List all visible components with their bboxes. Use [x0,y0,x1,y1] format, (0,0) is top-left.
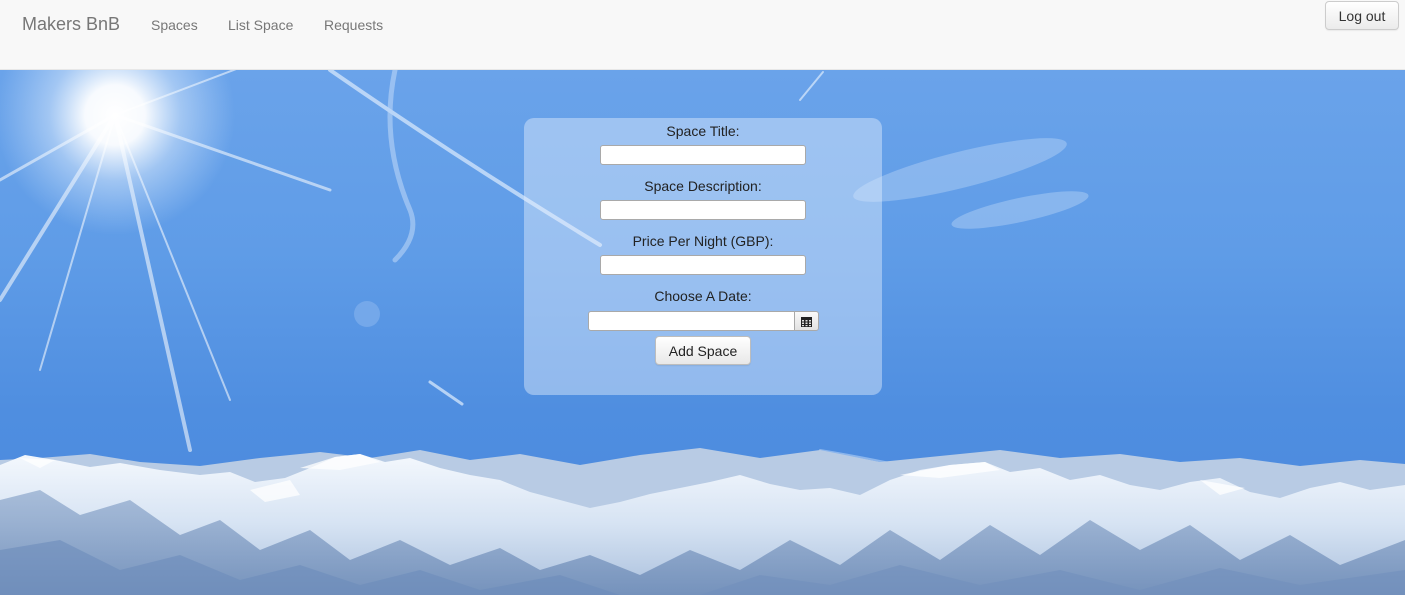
calendar-icon [801,317,812,327]
price-per-night-input[interactable] [600,255,806,275]
date-picker-button[interactable] [794,311,819,331]
date-input[interactable] [588,311,795,331]
logout-button[interactable]: Log out [1325,1,1399,30]
brand-link[interactable]: Makers BnB [22,14,120,35]
space-title-input[interactable] [600,145,806,165]
space-description-input[interactable] [600,200,806,220]
space-description-label: Space Description: [644,178,762,194]
add-space-form: Space Title: Space Description: Price Pe… [524,118,882,395]
top-navbar: Makers BnB Spaces List Space Requests Lo… [0,0,1405,70]
nav-link-requests[interactable]: Requests [324,17,383,33]
nav-link-spaces[interactable]: Spaces [151,17,198,33]
space-title-label: Space Title: [666,123,740,139]
nav-link-list-space[interactable]: List Space [228,17,293,33]
price-per-night-label: Price Per Night (GBP): [632,233,774,249]
choose-date-label: Choose A Date: [654,288,752,304]
add-space-button[interactable]: Add Space [655,336,751,365]
